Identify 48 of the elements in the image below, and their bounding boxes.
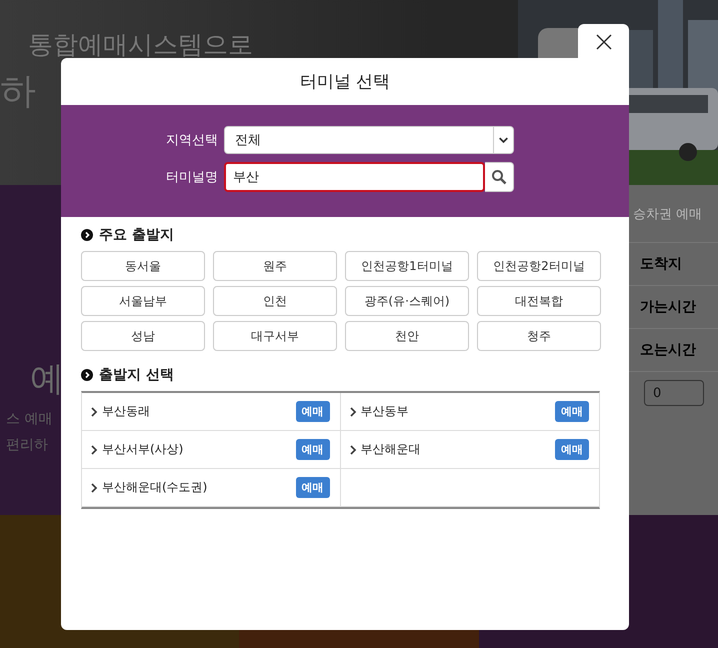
terminal-chip[interactable]: 천안 <box>345 321 469 351</box>
terminal-chip[interactable]: 인천공항2터미널 <box>477 251 601 281</box>
section-heading: 출발지 선택 <box>99 366 174 384</box>
close-button[interactable] <box>578 24 629 64</box>
section-heading: 주요 출발지 <box>99 226 174 244</box>
close-icon <box>596 34 612 50</box>
terminal-chip[interactable]: 인천 <box>213 286 337 316</box>
field-label: 도착지 <box>640 255 682 273</box>
chevron-icon <box>348 406 356 416</box>
terminal-name[interactable]: 부산서부(사상) <box>102 441 292 458</box>
terminal-name-field[interactable]: 부산 <box>224 162 485 192</box>
field-label: 오는시간 <box>640 341 696 359</box>
search-icon <box>491 169 507 185</box>
chevron-icon <box>348 444 356 454</box>
field-label: 가는시간 <box>640 298 696 316</box>
field-label: 터미널명 <box>165 169 219 186</box>
terminal-name[interactable]: 부산동부 <box>360 403 551 420</box>
promo-title: 예 <box>30 358 64 401</box>
search-button[interactable] <box>485 162 514 192</box>
terminal-name[interactable]: 부산해운대(수도권) <box>102 479 292 496</box>
bullet-icon <box>81 368 93 380</box>
terminal-name[interactable]: 부산해운대 <box>360 441 551 458</box>
bullet-icon <box>81 228 93 240</box>
book-button[interactable]: 예매 <box>555 439 589 460</box>
terminal-chip[interactable]: 대전복합 <box>477 286 601 316</box>
chevron-icon <box>90 482 98 492</box>
promo-text: 스 예매 <box>6 410 52 428</box>
region-select[interactable]: 전체 <box>224 126 514 154</box>
terminal-chip[interactable]: 성남 <box>81 321 205 351</box>
terminal-chip[interactable]: 인천공항1터미널 <box>345 251 469 281</box>
tab-label: 승차권 예매 <box>633 206 702 222</box>
terminal-chip[interactable]: 광주(유·스퀘어) <box>345 286 469 316</box>
terminal-chip[interactable]: 동서울 <box>81 251 205 281</box>
terminal-chip[interactable]: 청주 <box>477 321 601 351</box>
book-button[interactable]: 예매 <box>296 401 330 422</box>
chevron-icon <box>90 406 98 416</box>
terminal-chip[interactable]: 원주 <box>213 251 337 281</box>
promo-text: 편리하 <box>6 436 48 454</box>
dialog-title: 터미널 선택 <box>298 71 392 94</box>
banner-headline: 통합예매시스템으로 <box>28 29 253 61</box>
terminal-chip[interactable]: 대구서부 <box>213 321 337 351</box>
book-button[interactable]: 예매 <box>555 401 589 422</box>
book-button[interactable]: 예매 <box>296 477 330 498</box>
terminal-chip[interactable]: 서울남부 <box>81 286 205 316</box>
terminal-name[interactable]: 부산동래 <box>102 403 292 420</box>
book-button[interactable]: 예매 <box>296 439 330 460</box>
chevron-icon <box>90 444 98 454</box>
field-label: 지역선택 <box>165 132 219 149</box>
